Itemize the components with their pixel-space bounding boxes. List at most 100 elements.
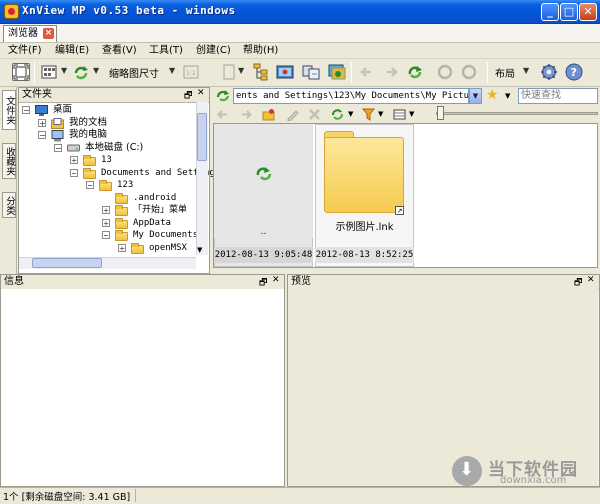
thumb-size-button[interactable]: 缩略图尺寸	[109, 65, 159, 80]
tab-close-icon[interactable]: ×	[43, 28, 54, 39]
bookmark-dropdown-icon[interactable]: ▼	[238, 66, 244, 75]
info-panel-title: 信息	[4, 276, 24, 287]
favorite-dropdown-icon[interactable]: ▼	[505, 92, 510, 100]
expand-icon[interactable]: +	[118, 243, 126, 252]
expand-icon[interactable]: +	[70, 156, 78, 165]
compare-icon[interactable]	[302, 63, 320, 81]
thumbnail-date: 2012-08-13 9:05:48	[214, 247, 313, 263]
tree-item-label: 桌面	[53, 104, 73, 115]
tree-scroll-thumb[interactable]	[197, 113, 207, 161]
thumbnail-label: 示例图片.lnk	[335, 222, 394, 233]
tree-item-label: 我的电脑	[69, 129, 108, 140]
rename-icon[interactable]	[286, 108, 299, 122]
app-icon	[4, 4, 19, 19]
view-grid-icon[interactable]	[393, 108, 406, 121]
slideshow-icon[interactable]	[276, 63, 294, 81]
collapse-icon[interactable]: −	[70, 168, 78, 177]
expand-icon[interactable]: +	[102, 206, 110, 215]
new-folder-icon[interactable]	[262, 108, 275, 121]
tree-item-label: 我的文档	[69, 116, 108, 128]
rotate-icon[interactable]	[406, 63, 424, 81]
expand-icon[interactable]: +	[38, 118, 46, 127]
tab-browser-label: 浏览器	[8, 28, 38, 39]
folder-icon	[324, 137, 404, 213]
drive-icon	[67, 143, 80, 156]
nav-back-icon[interactable]	[216, 108, 229, 121]
thumbnail-label: ..	[214, 226, 313, 238]
batch-convert-icon[interactable]	[328, 63, 346, 81]
menu-view[interactable]: 查看(V)	[102, 44, 137, 58]
collapse-icon[interactable]: −	[102, 231, 110, 240]
back-icon[interactable]	[358, 63, 376, 81]
help-icon[interactable]: ?	[565, 63, 583, 81]
quick-search-input[interactable]: 快速查找	[518, 88, 598, 104]
address-input[interactable]: ents and Settings\123\My Documents\My Pi…	[233, 88, 469, 104]
tree-item-label: 「开始」菜单	[133, 205, 188, 215]
tree-item-label: .android	[133, 192, 177, 203]
refresh-dropdown-icon[interactable]: ▼	[93, 66, 99, 75]
forward-icon[interactable]	[382, 63, 400, 81]
menu-file[interactable]: 文件(F)	[8, 44, 42, 58]
sort-dropdown-icon[interactable]: ▼	[348, 110, 353, 118]
sort-icon[interactable]	[331, 108, 344, 121]
tree-item-label: 13	[101, 155, 112, 165]
side-tab-favorites[interactable]: 收藏夹	[2, 143, 16, 179]
layout-button[interactable]: 布局	[495, 65, 515, 80]
favorite-star-icon[interactable]: ★	[486, 87, 499, 103]
side-tab-categories[interactable]: 分类	[2, 192, 16, 218]
preview-panel-close-icon[interactable]: ✕	[587, 275, 595, 285]
close-button[interactable]: ✕	[579, 3, 597, 21]
collapse-icon[interactable]: −	[54, 143, 62, 152]
tree-scroll-down-icon[interactable]: ▼	[197, 246, 202, 254]
collapse-icon[interactable]: −	[86, 181, 94, 190]
tree-item-label: 本地磁盘 (C:)	[85, 141, 144, 153]
minimize-button[interactable]: _	[541, 3, 559, 21]
refresh-icon[interactable]	[72, 63, 90, 81]
address-dropdown-icon[interactable]: ▼	[469, 88, 482, 104]
thumb-size-dropdown-icon[interactable]: ▼	[169, 66, 175, 75]
menu-edit[interactable]: 编辑(E)	[55, 44, 89, 58]
svg-text:?: ?	[571, 66, 577, 79]
view-grid-dropdown-icon[interactable]: ▼	[409, 110, 414, 118]
menu-create[interactable]: 创建(C)	[196, 44, 231, 58]
collapse-icon[interactable]: −	[38, 131, 46, 140]
expand-icon[interactable]: +	[102, 218, 110, 227]
svg-text:1:1: 1:1	[186, 70, 196, 77]
tree-hscroll-thumb[interactable]	[32, 258, 102, 268]
rotate-right-icon[interactable]	[460, 63, 478, 81]
menu-help[interactable]: 帮助(H)	[243, 44, 278, 58]
thumbnail-zoom-slider-thumb[interactable]	[437, 106, 444, 120]
watermark-url: downxia.com	[500, 475, 567, 486]
view-mode-icon[interactable]	[40, 63, 58, 81]
filter-icon[interactable]	[361, 108, 376, 121]
actual-size-icon[interactable]: 1:1	[182, 63, 200, 81]
tree-item-label: AppData	[133, 217, 171, 228]
preview-panel-header: 预览	[288, 275, 599, 290]
folder-panel-float-icon[interactable]: 🗗	[184, 88, 192, 104]
bookmark-icon[interactable]	[220, 63, 238, 81]
side-tab-folders[interactable]: 文件夹	[2, 90, 16, 130]
filter-dropdown-icon[interactable]: ▼	[378, 110, 383, 118]
tree-view-icon[interactable]	[252, 63, 270, 81]
info-panel-close-icon[interactable]: ✕	[272, 275, 280, 285]
tab-bar	[0, 24, 600, 43]
settings-gear-icon[interactable]	[540, 63, 558, 81]
rotate-left-icon[interactable]	[436, 63, 454, 81]
nav-forward-icon[interactable]	[240, 108, 253, 121]
view-mode-dropdown-icon[interactable]: ▼	[61, 66, 67, 75]
thumbnail-zoom-slider[interactable]	[436, 112, 598, 115]
tree-item-label: 123	[117, 180, 134, 190]
address-refresh-icon[interactable]	[215, 88, 231, 104]
fullscreen-icon[interactable]	[12, 63, 30, 81]
info-panel-header: 信息	[1, 275, 284, 290]
folder-panel-close-icon[interactable]: ✕	[197, 88, 205, 98]
maximize-button[interactable]: □	[560, 3, 578, 21]
menu-tools[interactable]: 工具(T)	[149, 44, 183, 58]
tree-item-label: openMSX	[149, 242, 187, 253]
thumbnail-date: 2012-08-13 8:52:25	[315, 247, 414, 263]
collapse-icon[interactable]: −	[22, 106, 30, 115]
delete-icon[interactable]	[308, 108, 321, 121]
layout-dropdown-icon[interactable]: ▼	[523, 66, 529, 75]
window-title: XnView MP v0.53 beta - windows	[22, 4, 236, 17]
info-panel-body	[1, 289, 284, 486]
